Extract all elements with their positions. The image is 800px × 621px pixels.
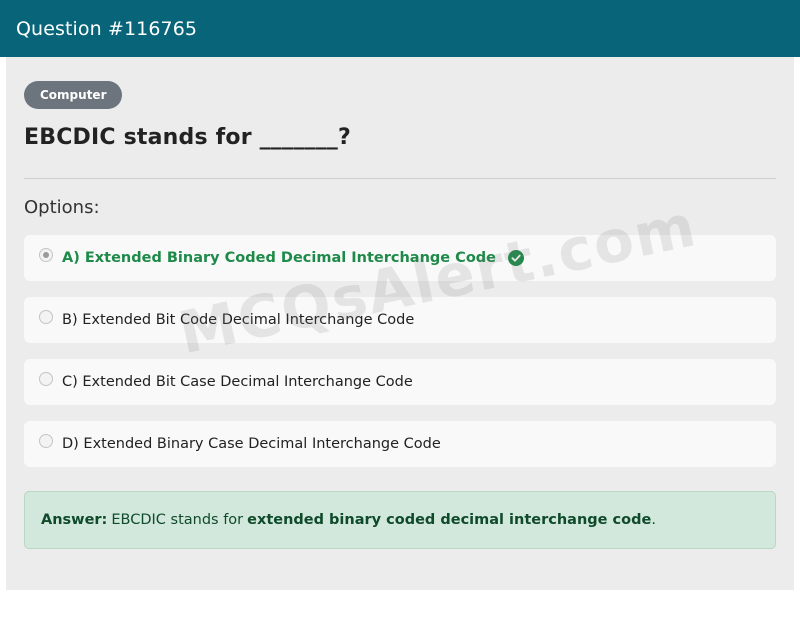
option-b[interactable]: B) Extended Bit Code Decimal Interchange… — [24, 297, 776, 343]
page-title: Question #116765 — [16, 17, 198, 40]
question-text: EBCDIC stands for _______? — [24, 125, 351, 150]
option-d-label: D) Extended Binary Case Decimal Intercha… — [62, 436, 441, 452]
option-a[interactable]: A) Extended Binary Coded Decimal Interch… — [24, 235, 776, 281]
option-d[interactable]: D) Extended Binary Case Decimal Intercha… — [24, 421, 776, 467]
option-d-radio[interactable] — [39, 434, 53, 448]
check-circle-icon — [508, 250, 524, 266]
option-c[interactable]: C) Extended Bit Case Decimal Interchange… — [24, 359, 776, 405]
answer-prefix: EBCDIC stands for — [111, 512, 244, 528]
page-header: Question #116765 — [0, 0, 800, 57]
option-c-label: C) Extended Bit Case Decimal Interchange… — [62, 374, 413, 390]
options-label: Options: — [24, 197, 100, 218]
answer-suffix: . — [651, 512, 656, 528]
answer-highlight: extended binary coded decimal interchang… — [247, 512, 652, 528]
option-c-radio[interactable] — [39, 372, 53, 386]
answer-label: Answer: — [41, 512, 108, 528]
option-b-label: B) Extended Bit Code Decimal Interchange… — [62, 312, 415, 328]
option-b-radio[interactable] — [39, 310, 53, 324]
divider — [24, 178, 776, 179]
option-a-radio[interactable] — [39, 248, 53, 262]
option-a-label: A) Extended Binary Coded Decimal Interch… — [62, 250, 496, 266]
question-card: Computer EBCDIC stands for _______? Opti… — [6, 57, 794, 590]
answer-box: Answer: EBCDIC stands for extended binar… — [24, 491, 776, 549]
category-badge[interactable]: Computer — [24, 81, 123, 109]
